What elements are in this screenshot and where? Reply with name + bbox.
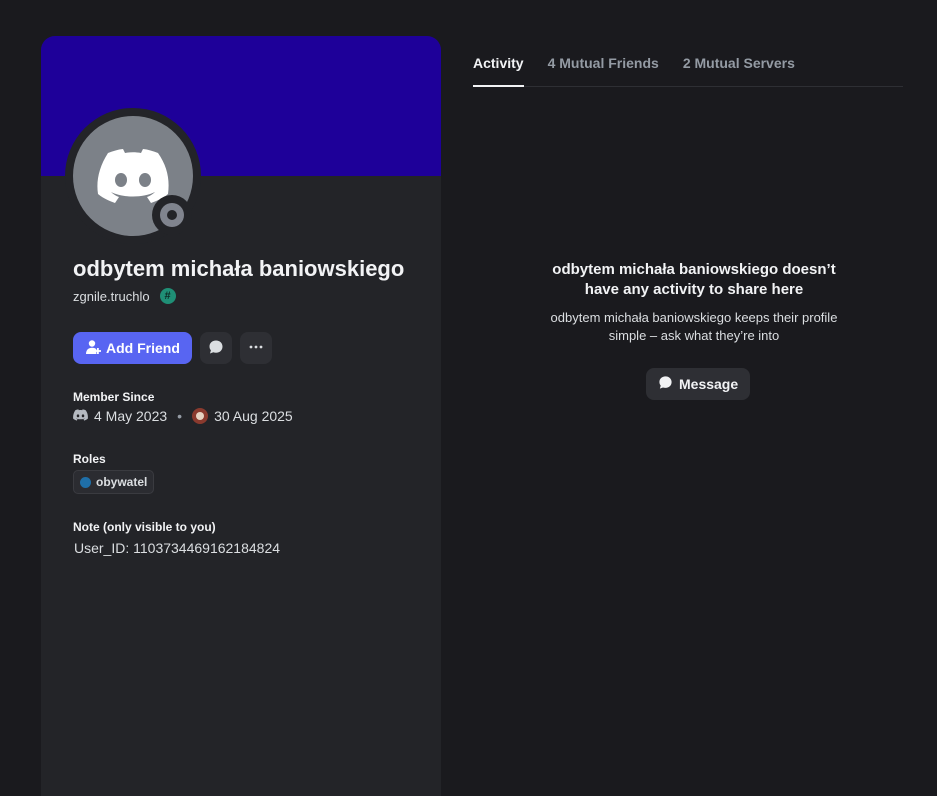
separator-dot: • bbox=[177, 408, 183, 424]
more-options-button[interactable] bbox=[239, 332, 272, 364]
message-button[interactable]: Message bbox=[646, 368, 751, 400]
message-button-label: Message bbox=[679, 376, 739, 392]
note-label: Note (only visible to you) bbox=[73, 520, 216, 534]
empty-activity-subtitle: odbytem michała baniowskiego keeps their… bbox=[550, 310, 838, 343]
profile-tabs: Activity 4 Mutual Friends 2 Mutual Serve… bbox=[473, 50, 903, 87]
chat-bubble-icon bbox=[658, 375, 673, 393]
member-since-row: 4 May 2023 • 30 Aug 2025 bbox=[73, 408, 293, 424]
username: zgnile.truchlo bbox=[73, 288, 150, 304]
avatar[interactable] bbox=[65, 108, 201, 244]
profile-actions: Add Friend bbox=[73, 332, 272, 364]
tab-mutual-friends[interactable]: 4 Mutual Friends bbox=[548, 50, 659, 86]
server-icon[interactable] bbox=[192, 408, 209, 424]
add-user-icon bbox=[85, 339, 101, 358]
role-chip[interactable]: obywatel bbox=[73, 470, 155, 494]
status-indicator bbox=[152, 195, 192, 235]
discord-join-date: 4 May 2023 bbox=[94, 408, 168, 424]
hashtag-badge-icon[interactable]: # bbox=[159, 288, 176, 304]
empty-activity-title: odbytem michała baniowskiego doesn’t hav… bbox=[552, 261, 836, 298]
discord-logo-icon bbox=[73, 408, 88, 424]
display-name: odbytem michała baniowskiego bbox=[73, 256, 405, 281]
role-name: obywatel bbox=[96, 475, 148, 489]
note-field[interactable]: User_ID: 1103734469162184824 bbox=[74, 540, 280, 556]
offline-status-icon bbox=[160, 203, 184, 227]
role-color-dot bbox=[80, 476, 91, 488]
chat-bubble-icon bbox=[208, 339, 224, 358]
add-friend-label: Add Friend bbox=[106, 340, 180, 356]
more-horizontal-icon bbox=[248, 339, 264, 358]
server-join-date: 30 Aug 2025 bbox=[214, 408, 293, 424]
tab-mutual-servers[interactable]: 2 Mutual Servers bbox=[683, 50, 795, 86]
message-icon-button[interactable] bbox=[199, 332, 232, 364]
profile-card: odbytem michała baniowskiego zgnile.truc… bbox=[41, 36, 441, 796]
roles-label: Roles bbox=[73, 452, 106, 466]
tab-activity[interactable]: Activity bbox=[473, 50, 524, 87]
username-row: zgnile.truchlo # bbox=[73, 288, 176, 304]
member-since-label: Member Since bbox=[73, 390, 155, 404]
add-friend-button[interactable]: Add Friend bbox=[73, 332, 192, 364]
